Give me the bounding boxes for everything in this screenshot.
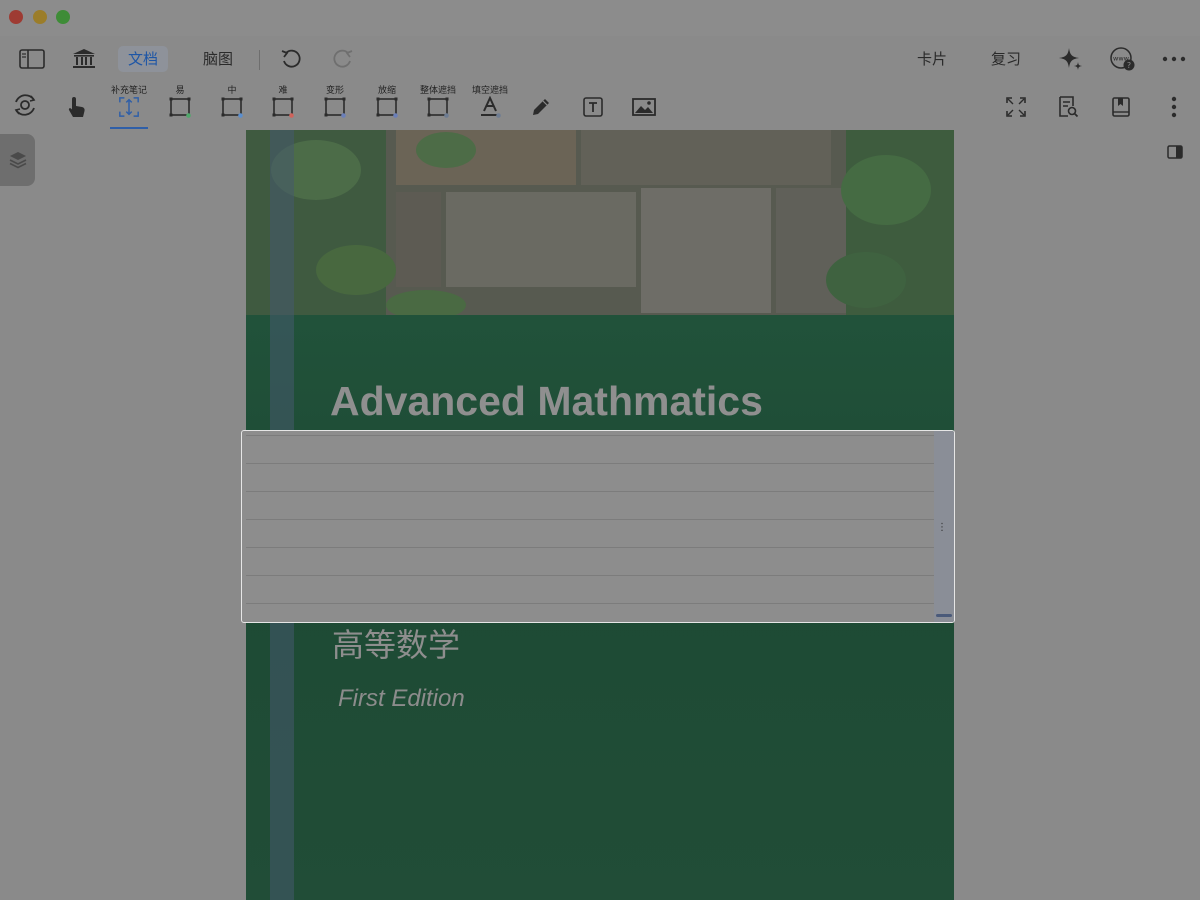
pen-icon[interactable] [527, 94, 555, 120]
tool-hard-mask[interactable]: 难 [260, 82, 306, 130]
cover-edition: First Edition [338, 685, 465, 712]
web-help-icon[interactable]: www? [1109, 46, 1137, 72]
hand-pointer-icon[interactable] [63, 94, 91, 120]
mask-ruled-line [246, 463, 934, 464]
tool-scale-mask[interactable]: 放缩 [364, 82, 410, 130]
tool-cloze-mask[interactable]: 填空遮挡 [467, 82, 513, 130]
mask-ruled-line [246, 519, 934, 520]
tool-transform-mask[interactable]: 变形 [312, 82, 358, 130]
minimize-window-button[interactable] [33, 10, 47, 24]
more-options-icon[interactable] [1160, 46, 1188, 72]
tool-easy-mask[interactable]: 易 [157, 82, 203, 130]
svg-text:?: ? [1127, 61, 1131, 70]
text-cloze-icon [479, 96, 501, 118]
add-note-icon [118, 96, 140, 118]
undo-icon[interactable] [277, 46, 305, 72]
review-button[interactable]: 复习 [991, 48, 1021, 69]
top-toolbar: 文档 脑图 卡片 复习 www? [0, 36, 1200, 83]
tool-scale-label: 放缩 [377, 86, 396, 96]
more-vertical-icon[interactable] [1160, 94, 1188, 120]
tool-medium-label: 中 [227, 86, 237, 96]
rect-mask-medium-icon [221, 96, 243, 118]
tool-add-note[interactable]: 补充笔记 [106, 82, 152, 130]
rect-mask-easy-icon [169, 96, 191, 118]
rect-mask-hard-icon [272, 96, 294, 118]
image-icon[interactable] [630, 94, 658, 120]
mask-ruled-line [246, 435, 934, 436]
close-window-button[interactable] [9, 10, 23, 24]
rect-mask-transform-icon [324, 96, 346, 118]
tool-hard-label: 难 [278, 86, 288, 96]
mask-ruled-line [246, 491, 934, 492]
mask-more-icon[interactable]: ⋮ [937, 523, 947, 533]
active-tool-indicator [110, 127, 148, 129]
ai-sparkle-icon[interactable] [1057, 46, 1085, 72]
redo-icon[interactable] [329, 46, 357, 72]
tab-document[interactable]: 文档 [118, 46, 169, 72]
tool-transform-label: 变形 [325, 86, 344, 96]
rect-mask-scale-icon [376, 96, 398, 118]
mask-ruled-line [246, 603, 934, 604]
sync-settings-icon[interactable] [11, 92, 39, 118]
cover-chinese-title: 高等数学 [332, 626, 461, 664]
toolbar-divider [259, 50, 260, 70]
fullscreen-icon[interactable] [1002, 94, 1030, 120]
zoom-window-button[interactable] [56, 10, 70, 24]
tool-whole-mask[interactable]: 整体遮挡 [415, 82, 461, 130]
title-bar [0, 0, 1200, 36]
rect-mask-whole-icon [427, 96, 449, 118]
bookmark-book-icon[interactable] [1107, 94, 1135, 120]
right-panel-toggle-icon[interactable] [1166, 143, 1184, 161]
cover-title: Advanced Mathmatics [330, 378, 763, 424]
text-box-icon[interactable] [579, 94, 607, 120]
app-window: 文档 脑图 卡片 复习 www? 补充笔记 易 中 难 变形 放缩 整体遮挡 填… [0, 0, 1200, 900]
cards-button[interactable]: 卡片 [917, 48, 947, 69]
layers-icon [9, 152, 26, 169]
cover-stone-wall-image [246, 130, 954, 315]
mask-ruled-line [246, 575, 934, 576]
tool-easy-label: 易 [175, 86, 185, 96]
library-icon[interactable] [70, 46, 98, 72]
annotation-toolbar: 补充笔记 易 中 难 变形 放缩 整体遮挡 填空遮挡 [0, 82, 1200, 130]
tab-mindmap[interactable]: 脑图 [193, 46, 243, 72]
mask-resize-handle[interactable] [936, 614, 952, 617]
tool-medium-mask[interactable]: 中 [209, 82, 255, 130]
occlusion-mask-block[interactable]: ⋮ [241, 430, 955, 623]
tool-cloze-label: 填空遮挡 [471, 86, 508, 96]
sidebar-toggle-icon[interactable] [18, 46, 46, 72]
layers-button[interactable] [0, 134, 35, 186]
mask-ruled-line [246, 547, 934, 548]
tool-whole-label: 整体遮挡 [419, 86, 456, 96]
document-search-icon[interactable] [1054, 94, 1082, 120]
